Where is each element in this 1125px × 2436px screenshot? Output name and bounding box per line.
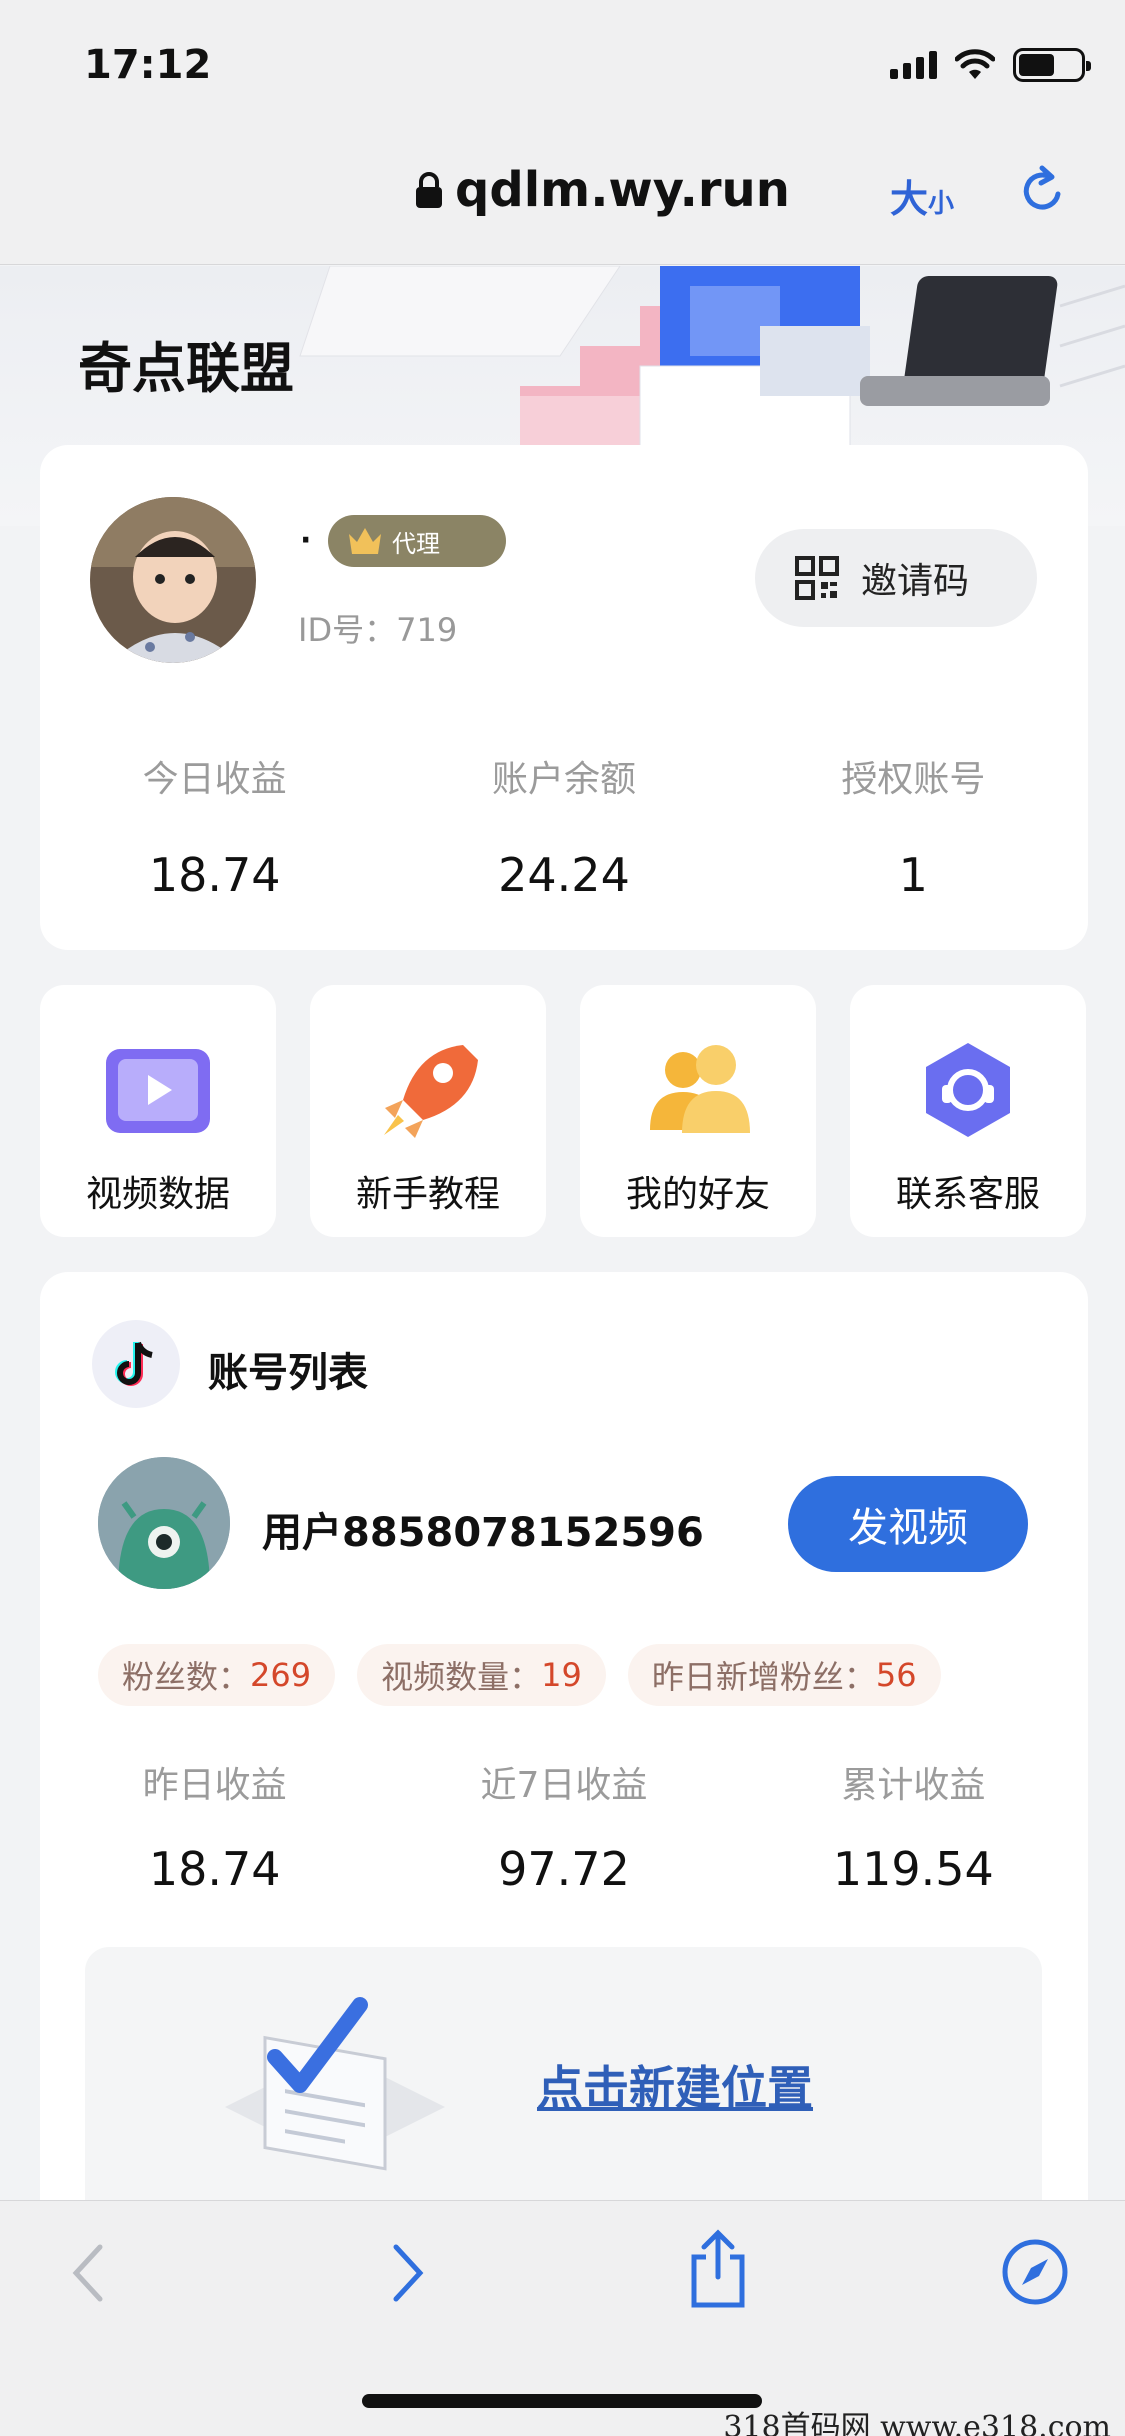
account-stats: 昨日收益 18.74 近7日收益 97.72 累计收益 119.54 [40, 1756, 1088, 1896]
menu-video-data[interactable]: 视频数据 [40, 985, 276, 1237]
profile-stats: 今日收益 18.74 账户余额 24.24 授权账号 1 [40, 750, 1088, 902]
stat-today-income: 今日收益 18.74 [142, 759, 287, 902]
invite-code-button[interactable]: 邀请码 [755, 529, 1037, 627]
url-bar[interactable]: qdlm.wy.run 大小 [0, 150, 1125, 230]
watermark: 318首码网 www.e318.com [723, 2410, 1111, 2436]
lock-icon [416, 172, 442, 208]
tag-video-count: 视频数量： 19 [357, 1644, 606, 1706]
forward-icon[interactable] [388, 2241, 428, 2305]
wifi-icon [955, 49, 995, 79]
account-username: 用户8858078152596 [262, 1510, 704, 1556]
profile-id: ID号：719 [298, 611, 458, 649]
page-title: 奇点联盟 [78, 337, 294, 400]
stat-yesterday-income: 昨日收益 18.74 [142, 1765, 287, 1896]
new-position-link[interactable]: 点击新建位置 [537, 2052, 813, 2118]
profile-card: · 代理 ID号：719 邀请码 今日收益 18.74 账户余额 24.24 授… [40, 445, 1088, 950]
stat-balance: 账户余额 24.24 [491, 759, 636, 902]
account-list-title: 账号列表 [208, 1350, 368, 1396]
battery-icon [1013, 48, 1091, 82]
account-tags: 粉丝数： 269 视频数量： 19 昨日新增粉丝： 56 [98, 1644, 941, 1706]
back-icon[interactable] [68, 2241, 108, 2305]
url-text[interactable]: qdlm.wy.run [455, 162, 790, 218]
stat-authorized-accounts: 授权账号 1 [841, 759, 986, 902]
tag-new-followers: 昨日新增粉丝： 56 [627, 1644, 941, 1706]
text-size-button[interactable]: 大小 [890, 168, 954, 223]
reload-icon[interactable] [1018, 164, 1068, 218]
user-avatar[interactable] [98, 1457, 230, 1589]
tiktok-icon [92, 1320, 180, 1408]
avatar[interactable] [90, 497, 256, 663]
nickname: · [300, 523, 312, 558]
signal-icon [890, 51, 937, 79]
checklist-icon [225, 1997, 445, 2171]
friends-icon [650, 1045, 750, 1133]
menu-support[interactable]: 联系客服 [850, 985, 1086, 1237]
qr-code-icon [795, 556, 839, 600]
tag-followers: 粉丝数： 269 [98, 1644, 336, 1706]
status-time: 17:12 [84, 42, 212, 88]
support-icon [926, 1043, 1010, 1137]
menu-tutorial[interactable]: 新手教程 [310, 985, 546, 1237]
agent-badge: 代理 [328, 515, 506, 567]
video-icon [106, 1049, 210, 1133]
compass-icon[interactable] [1000, 2237, 1070, 2307]
crown-icon [349, 528, 381, 554]
status-icons [890, 48, 1091, 82]
stat-7day-income: 近7日收益 97.72 [480, 1765, 648, 1896]
browser-top-bar: 17:12 qdlm.wy.run 大小 [0, 0, 1125, 265]
share-icon[interactable] [688, 2229, 748, 2309]
menu-friends[interactable]: 我的好友 [580, 985, 816, 1237]
home-indicator [362, 2394, 762, 2408]
post-video-button[interactable]: 发视频 [788, 1476, 1028, 1572]
rocket-icon [384, 1045, 478, 1138]
stat-total-income: 累计收益 119.54 [832, 1765, 994, 1896]
